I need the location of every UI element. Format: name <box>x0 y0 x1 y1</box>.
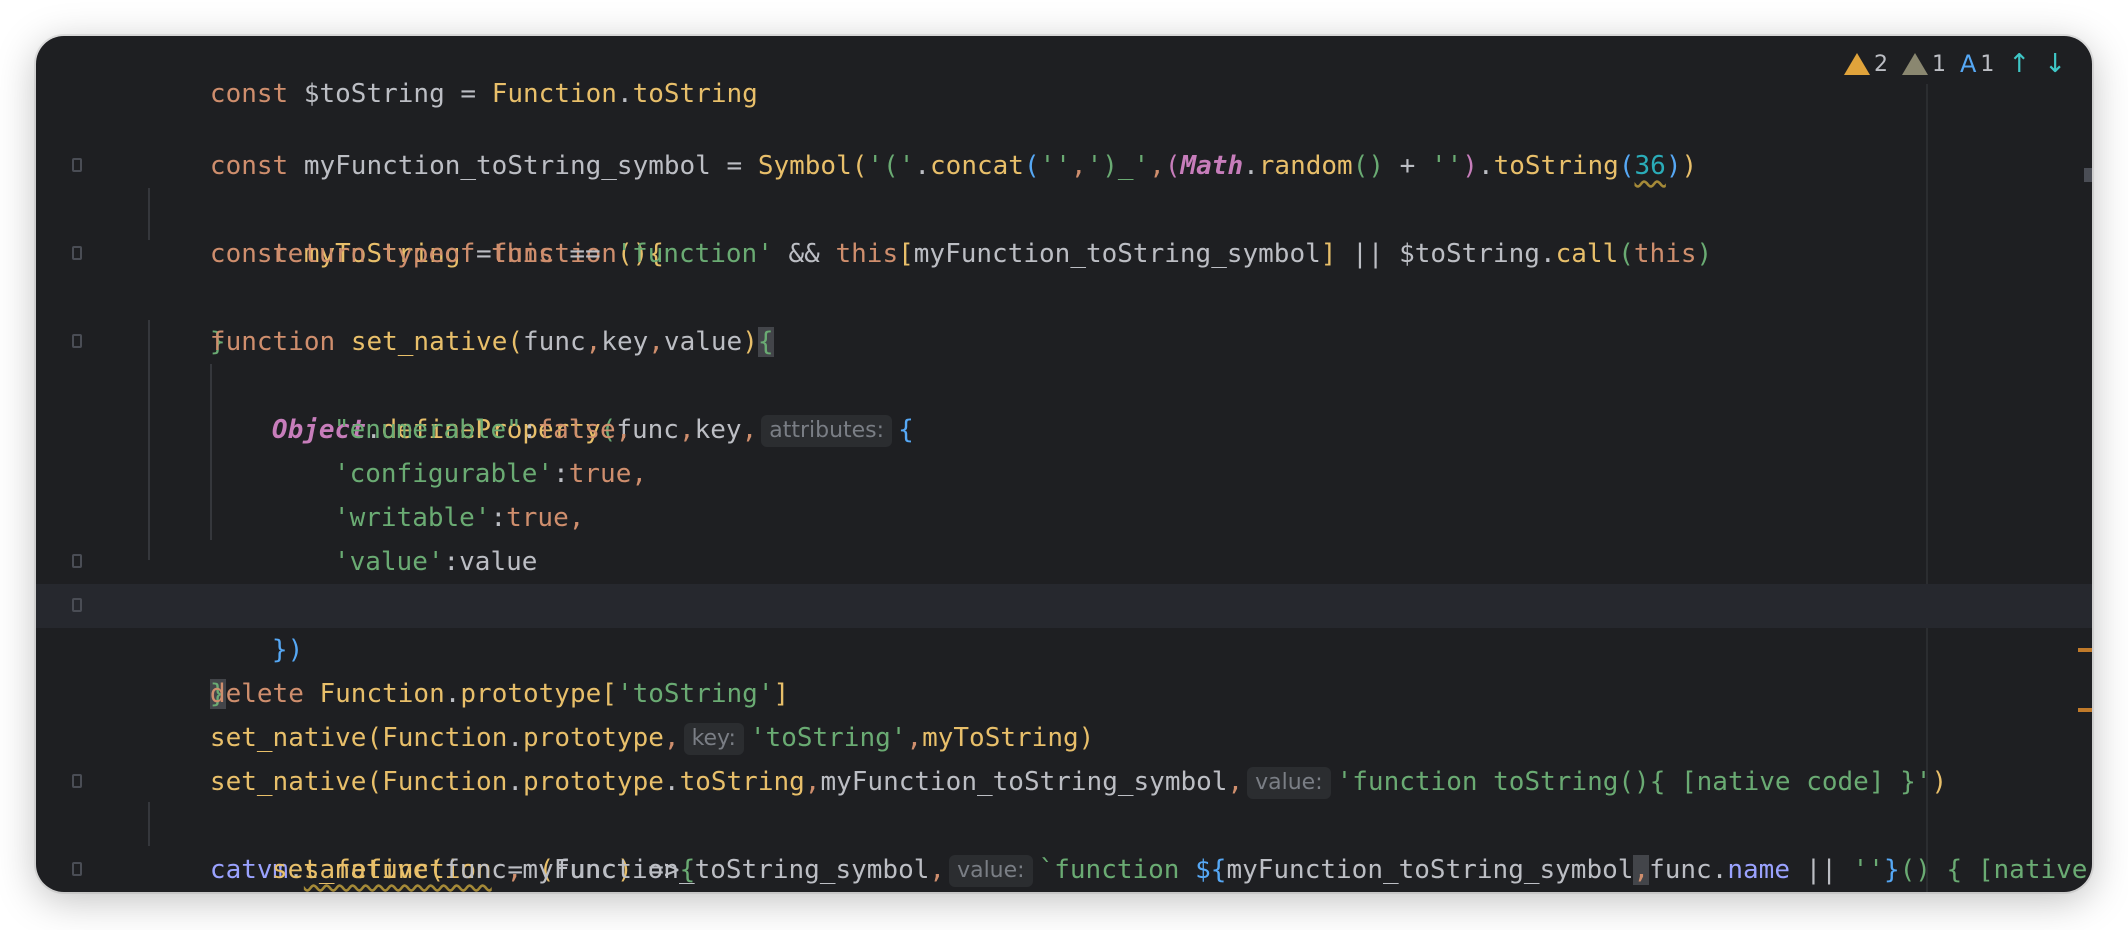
fold-marker-icon[interactable] <box>72 158 82 172</box>
weak-warnings-count: 1 <box>1931 51 1946 77</box>
code-line-11[interactable]: 'value':value <box>36 496 2092 577</box>
code-line-5[interactable]: } <box>36 232 2092 357</box>
fold-marker-icon[interactable] <box>72 334 82 348</box>
previous-problem-icon[interactable]: ↑ <box>2008 49 2030 79</box>
inspections-widget[interactable]: 2 1 A 1 ↑ ↓ <box>1833 44 2066 84</box>
code-line-18[interactable]: set_native(func,myFunction_toString_symb… <box>36 804 2092 887</box>
warning-marker[interactable] <box>2078 708 2092 712</box>
code-line-9[interactable]: 'configurable':true, <box>36 408 2092 489</box>
code-line-8[interactable]: "enumerable":false, <box>36 364 2092 445</box>
warnings-count: 2 <box>1873 51 1888 77</box>
fold-marker-icon[interactable] <box>72 774 82 788</box>
weak-warning-icon <box>1901 53 1928 75</box>
fold-marker-icon[interactable] <box>72 554 82 568</box>
code-line-4[interactable]: return typeof this == 'function' && this… <box>36 188 2092 269</box>
scrollbar-marker[interactable] <box>2084 168 2092 182</box>
code-line-6[interactable]: function set_native(func,key,value){ <box>36 276 2092 357</box>
code-editor[interactable]: const $toString = Function.toString cons… <box>36 36 2092 892</box>
code-line-19[interactable]: } <box>36 848 2092 892</box>
editor-window: const $toString = Function.toString cons… <box>36 36 2092 892</box>
fold-marker-icon[interactable] <box>72 246 82 260</box>
code-line-15[interactable]: set_native(Function.prototype, key:'toStr… <box>36 672 2092 755</box>
code-line-13[interactable]: } <box>36 584 2092 709</box>
code-line-2[interactable]: const myFunction_toString_symbol = Symbo… <box>36 100 2092 181</box>
warning-icon <box>1843 53 1870 75</box>
code-line-1[interactable]: const $toString = Function.toString <box>36 36 2092 109</box>
typo-icon: A <box>1959 50 1977 78</box>
code-line-14[interactable]: delete Function.prototype['toString'] <box>36 628 2092 709</box>
code-line-17[interactable]: catvm.safefunction = (func) =>{ <box>36 760 2092 885</box>
weak-warnings-counter[interactable]: 1 <box>1901 51 1946 77</box>
code-line-7[interactable]: Object.defineProperty(func,key, attribute… <box>36 320 2092 447</box>
code-line-12[interactable]: }) <box>36 540 2092 665</box>
code-line-16[interactable]: set_native(Function.prototype.toString,m… <box>36 716 2092 799</box>
fold-marker-icon[interactable] <box>72 862 82 876</box>
code-line-10[interactable]: 'writable':true, <box>36 452 2092 533</box>
code-line-3[interactable]: const myToString =function(){ <box>36 144 2092 269</box>
next-problem-icon[interactable]: ↓ <box>2044 49 2066 79</box>
warnings-counter[interactable]: 2 <box>1843 51 1888 77</box>
typos-count: 1 <box>1980 51 1995 77</box>
typos-counter[interactable]: A 1 <box>1960 50 1994 78</box>
warning-marker[interactable] <box>2078 648 2092 652</box>
fold-marker-icon[interactable] <box>72 598 82 612</box>
